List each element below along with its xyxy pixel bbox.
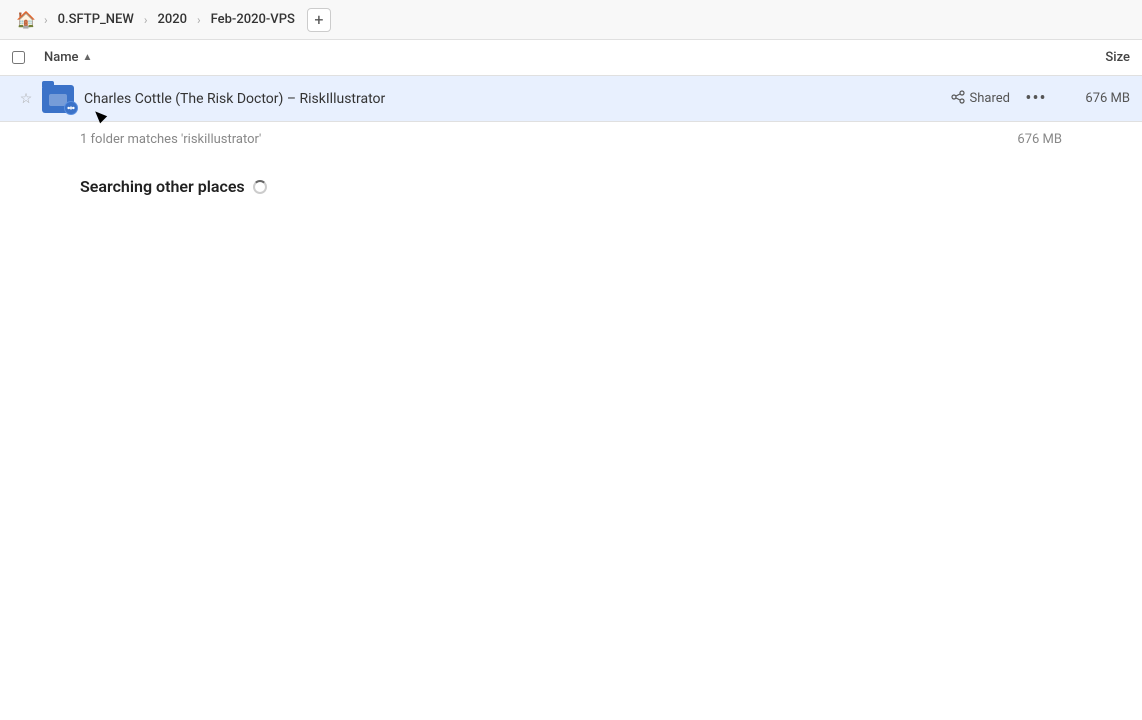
breadcrumb-bar: 🏠 › 0.SFTP_NEW › 2020 › Feb-2020-VPS + bbox=[0, 0, 1142, 40]
add-tab-button[interactable]: + bbox=[307, 8, 331, 32]
breadcrumb-item-feb[interactable]: Feb-2020-VPS bbox=[205, 10, 301, 29]
size-column-header: Size bbox=[1050, 50, 1130, 65]
shared-badge[interactable]: Shared bbox=[951, 90, 1010, 108]
sep-3: › bbox=[197, 13, 201, 27]
file-row[interactable]: ☆ Charles Cottle (The Risk Doctor) – Ris… bbox=[0, 76, 1142, 122]
file-size: 676 MB bbox=[1050, 91, 1130, 106]
link-badge-icon bbox=[64, 101, 78, 115]
home-button[interactable]: 🏠 bbox=[12, 6, 40, 34]
sep-2: › bbox=[144, 13, 148, 27]
column-header: Name ▲ Size bbox=[0, 40, 1142, 76]
share-svg bbox=[951, 90, 965, 104]
breadcrumb-item-sftp[interactable]: 0.SFTP_NEW bbox=[52, 10, 140, 29]
matches-text: 1 folder matches 'riskillustrator' bbox=[80, 132, 261, 147]
sort-arrow-icon: ▲ bbox=[83, 52, 93, 63]
star-icon[interactable]: ☆ bbox=[12, 91, 40, 107]
file-name: Charles Cottle (The Risk Doctor) – RiskI… bbox=[76, 91, 951, 107]
loading-spinner bbox=[253, 180, 267, 194]
summary-row: 1 folder matches 'riskillustrator' 676 M… bbox=[0, 122, 1142, 157]
row-actions: Shared ••• bbox=[951, 85, 1050, 113]
folder-icon-wrapper bbox=[40, 85, 76, 113]
sep-1: › bbox=[44, 13, 48, 27]
name-column-header[interactable]: Name ▲ bbox=[44, 50, 1050, 65]
searching-title: Searching other places bbox=[80, 177, 1062, 196]
searching-section: Searching other places bbox=[0, 157, 1142, 216]
more-options-button[interactable]: ••• bbox=[1022, 85, 1050, 113]
checkbox-all[interactable] bbox=[12, 51, 25, 64]
summary-size: 676 MB bbox=[1017, 132, 1062, 147]
share-icon bbox=[951, 90, 965, 108]
select-all-checkbox[interactable] bbox=[12, 51, 44, 64]
breadcrumb-item-2020[interactable]: 2020 bbox=[151, 10, 193, 29]
